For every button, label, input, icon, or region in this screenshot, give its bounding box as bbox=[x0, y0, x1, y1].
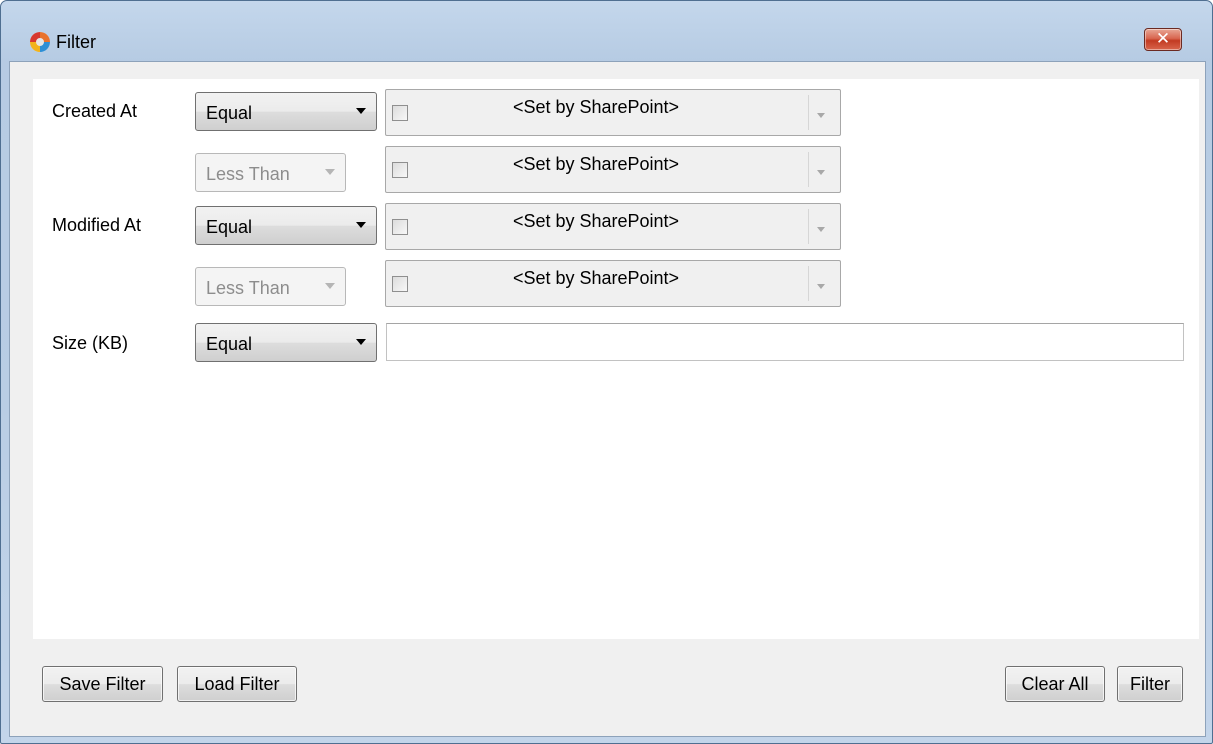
close-icon: ✕ bbox=[1155, 29, 1171, 49]
modified-at-second-operator-dropdown: Less Than bbox=[195, 267, 346, 306]
calendar-dropdown-icon[interactable] bbox=[817, 113, 825, 118]
modified-at-to-value: <Set by SharePoint> bbox=[512, 268, 680, 288]
modified-at-operator-value: Equal bbox=[206, 217, 253, 237]
dropdown-arrow-icon bbox=[356, 339, 366, 345]
dropdown-arrow-icon bbox=[325, 283, 335, 289]
created-at-second-operator-value: Less Than bbox=[206, 164, 290, 184]
date-picker-separator bbox=[808, 266, 809, 301]
calendar-dropdown-icon[interactable] bbox=[817, 227, 825, 232]
modified-at-operator-dropdown[interactable]: Equal bbox=[195, 206, 377, 245]
close-button[interactable]: ✕ bbox=[1144, 28, 1182, 51]
size-operator-dropdown[interactable]: Equal bbox=[195, 323, 377, 362]
filter-button[interactable]: Filter bbox=[1117, 666, 1183, 702]
app-logo-icon bbox=[30, 32, 50, 52]
date-picker-separator bbox=[808, 209, 809, 244]
dropdown-arrow-icon bbox=[325, 169, 335, 175]
title-bar[interactable]: Filter ✕ bbox=[1, 1, 1212, 52]
window-title: Filter bbox=[56, 32, 96, 52]
filter-dialog: Filter ✕ Created At Equal <Set by ShareP… bbox=[0, 0, 1213, 744]
date-picker-separator bbox=[808, 95, 809, 130]
modified-at-from-value: <Set by SharePoint> bbox=[512, 211, 680, 231]
size-operator-value: Equal bbox=[206, 334, 253, 354]
modified-at-second-operator-value: Less Than bbox=[206, 278, 290, 298]
calendar-dropdown-icon[interactable] bbox=[817, 284, 825, 289]
created-at-operator-value: Equal bbox=[206, 103, 253, 123]
size-value-input[interactable] bbox=[386, 323, 1184, 361]
save-filter-button[interactable]: Save Filter bbox=[42, 666, 163, 702]
size-kb-label: Size (KB) bbox=[52, 333, 129, 353]
modified-at-from-date-picker[interactable]: <Set by SharePoint> bbox=[385, 203, 841, 250]
created-at-operator-dropdown[interactable]: Equal bbox=[195, 92, 377, 131]
created-at-label: Created At bbox=[52, 101, 138, 121]
created-at-from-date-picker[interactable]: <Set by SharePoint> bbox=[385, 89, 841, 136]
date-picker-separator bbox=[808, 152, 809, 187]
dropdown-arrow-icon bbox=[356, 108, 366, 114]
created-at-from-value: <Set by SharePoint> bbox=[512, 97, 680, 117]
modified-at-label: Modified At bbox=[52, 215, 142, 235]
clear-all-button[interactable]: Clear All bbox=[1005, 666, 1105, 702]
created-at-to-date-picker[interactable]: <Set by SharePoint> bbox=[385, 146, 841, 193]
created-at-second-operator-dropdown: Less Than bbox=[195, 153, 346, 192]
calendar-dropdown-icon[interactable] bbox=[817, 170, 825, 175]
modified-at-to-date-picker[interactable]: <Set by SharePoint> bbox=[385, 260, 841, 307]
dropdown-arrow-icon bbox=[356, 222, 366, 228]
created-at-to-value: <Set by SharePoint> bbox=[512, 154, 680, 174]
load-filter-button[interactable]: Load Filter bbox=[177, 666, 297, 702]
